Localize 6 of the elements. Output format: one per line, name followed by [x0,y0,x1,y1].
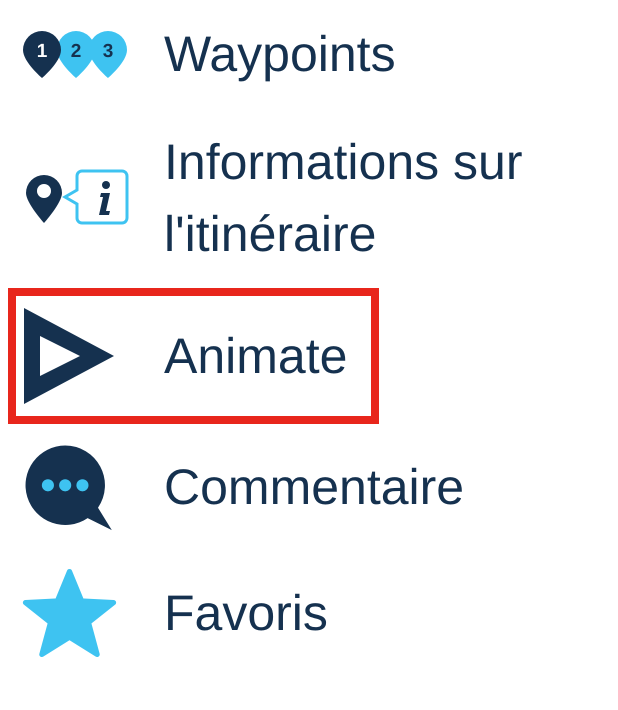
menu-item[interactable]: Animate [8,288,380,424]
menu-item[interactable]: Commentaire [8,424,496,550]
menu-item[interactable]: 1 2 3 Waypoints [8,0,428,108]
menu-item[interactable]: Informations sur l'itinéraire [8,108,608,288]
menu-item[interactable]: Favoris [8,550,360,676]
star-icon [22,568,117,658]
